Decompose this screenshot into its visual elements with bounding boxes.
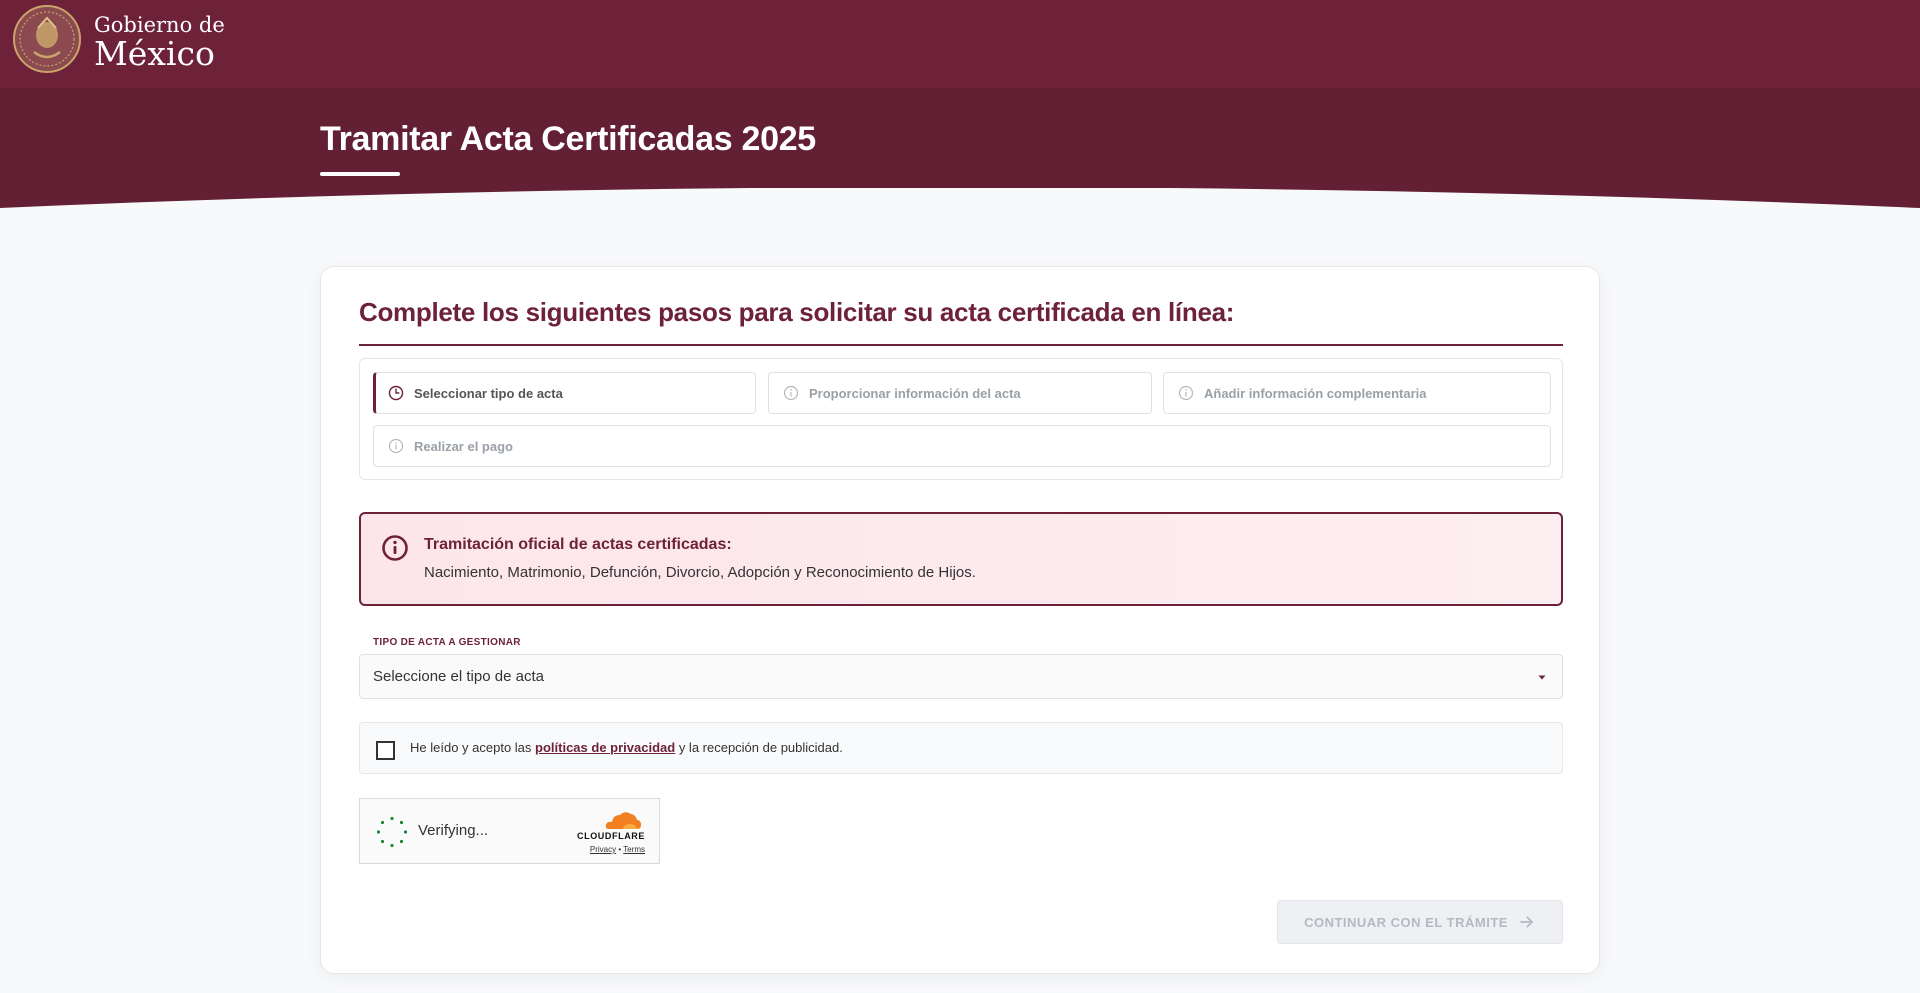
captcha-terms-link[interactable]: Terms [623,845,645,854]
continue-label: CONTINUAR CON EL TRÁMITE [1304,914,1508,930]
arrow-right-icon [1520,916,1533,928]
alert-title: Tramitación oficial de actas certificada… [424,536,732,553]
consent-row: He leído y acepto las políticas de priva… [359,722,1563,774]
continue-button[interactable]: CONTINUAR CON EL TRÁMITE [1277,900,1563,944]
form-heading: Complete los siguientes pasos para solic… [359,297,1235,327]
step-label: Añadir información complementaria [1204,385,1427,401]
page-title: Tramitar Acta Certificadas 2025 [320,120,816,158]
cloudflare-cloud-icon [605,812,641,829]
consent-prefix: He leído y acepto las [410,740,532,755]
step-add-complementary[interactable]: Añadir información complementaria [1163,372,1551,414]
info-circle-icon [382,535,408,561]
step-label: Proporcionar información del acta [809,385,1021,401]
alert-text: Nacimiento, Matrimonio, Defunción, Divor… [424,564,976,581]
brand-text: Gobierno de México [94,9,225,70]
step-select-type[interactable]: Seleccionar tipo de acta [373,372,756,414]
clock-icon [388,385,404,401]
top-bar: Gobierno de México [0,0,1920,88]
select-value: Seleccione el tipo de acta [373,668,544,685]
hero-banner: Tramitar Acta Certificadas 2025 [0,88,1920,228]
stepper: Seleccionar tipo de acta Proporcionar in… [359,358,1563,480]
consent-checkbox[interactable] [376,741,395,760]
step-provide-info[interactable]: Proporcionar información del acta [768,372,1152,414]
spinner-icon [376,816,408,848]
captcha-link-separator: • [618,845,622,854]
info-circle-icon [783,385,799,401]
brand-line-2: México [94,33,215,73]
acta-type-label: TIPO DE ACTA A GESTIONAR [373,637,521,648]
step-payment[interactable]: Realizar el pago [373,425,1551,467]
captcha-privacy-link[interactable]: Privacy [590,845,616,854]
info-circle-icon [388,438,404,454]
consent-text: He leído y acepto las políticas de priva… [410,740,843,755]
gobierno-logo[interactable]: Gobierno de México [12,4,225,74]
info-circle-icon [1178,385,1194,401]
acta-type-select[interactable]: Seleccione el tipo de acta [359,654,1563,699]
captcha-links: Privacy • Terms [569,845,645,854]
privacy-policy-link[interactable]: políticas de privacidad [535,740,675,755]
heading-divider [359,344,1563,346]
caret-down-icon [1538,675,1546,680]
step-label: Realizar el pago [414,438,513,454]
cloudflare-turnstile[interactable]: Verifying... CLOUDFLARE Privacy • Terms [359,798,660,864]
hero-curve [0,188,1920,228]
consent-suffix: y la recepción de publicidad. [678,740,843,755]
national-seal-icon [13,5,81,73]
cloudflare-wordmark: CLOUDFLARE [577,831,645,841]
verify-status: Verifying... [418,822,489,839]
brand-line-1: Gobierno de [94,12,225,37]
info-alert: Tramitación oficial de actas certificada… [359,512,1563,606]
cloudflare-logo: CLOUDFLARE Privacy • Terms [569,809,645,854]
title-underline [320,172,400,176]
step-label: Seleccionar tipo de acta [414,385,563,401]
form-card: Complete los siguientes pasos para solic… [320,266,1600,974]
